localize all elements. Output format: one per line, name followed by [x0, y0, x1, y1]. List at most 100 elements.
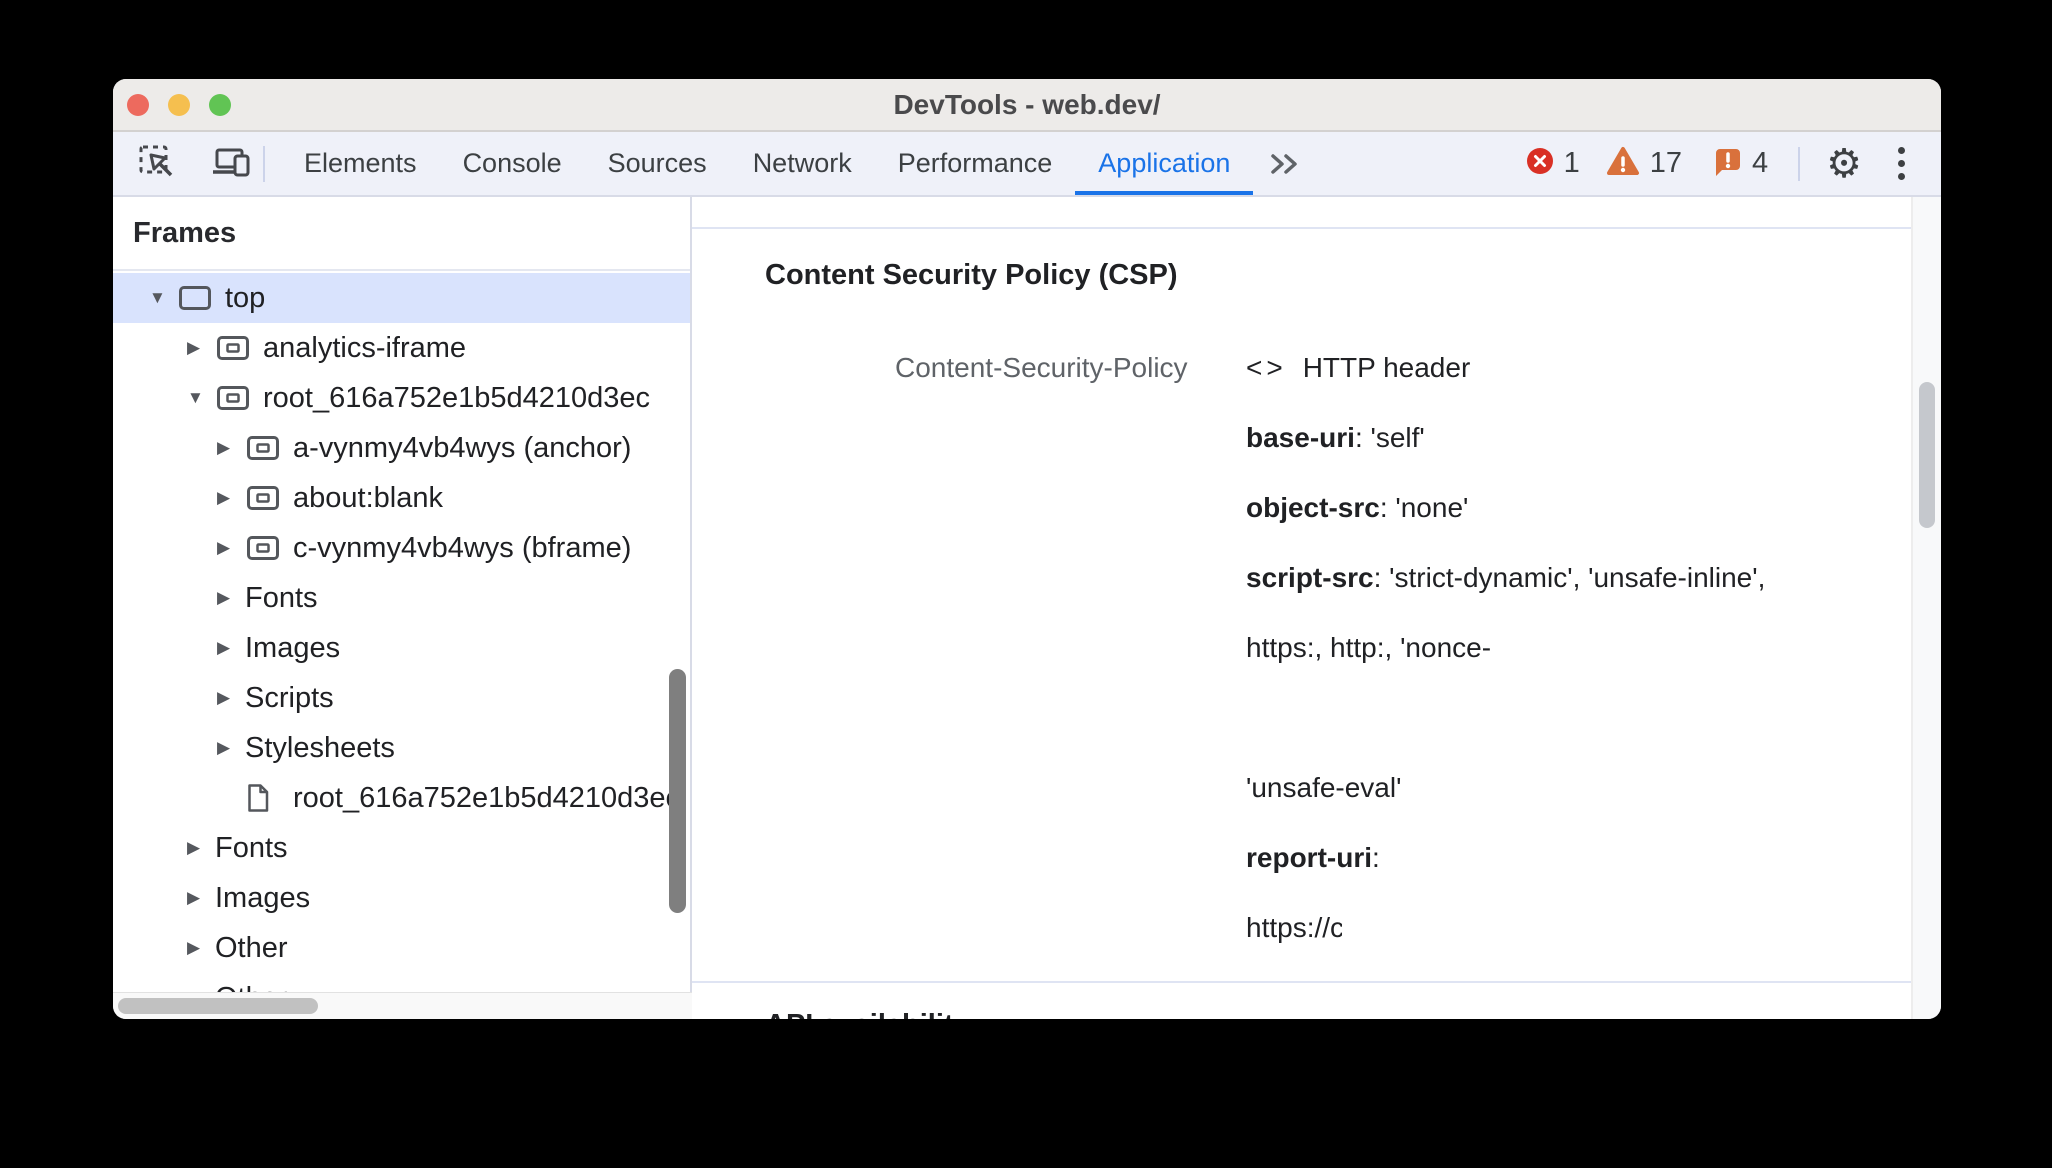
csp-text-segment: script-src — [1246, 562, 1374, 593]
window-title: DevTools - web.dev/ — [893, 89, 1161, 120]
csp-text-segment: c — [1330, 912, 1343, 943]
tree-item-stylesheets[interactable]: ▶ Stylesheets — [113, 723, 690, 773]
disclosure-triangle-icon[interactable]: ▶ — [187, 338, 215, 358]
tab-sources[interactable]: Sources — [585, 132, 730, 195]
tree-item-label: a-vynmy4vb4wys (anchor) — [293, 431, 632, 464]
section-divider — [692, 981, 1911, 983]
csp-source-label: HTTP header — [1302, 352, 1471, 383]
disclosure-triangle-icon[interactable]: ▶ — [217, 488, 245, 508]
tree-item-label: Stylesheets — [245, 731, 395, 764]
sidebar-horizontal-scrollbar-thumb[interactable] — [118, 998, 318, 1014]
tree-item-fonts[interactable]: ▶ Fonts — [113, 823, 690, 873]
tree-item-label: top — [225, 281, 266, 314]
code-brackets-icon: <> — [1246, 352, 1287, 383]
tab-performance[interactable]: Performance — [875, 132, 1076, 195]
csp-directives: base-uri: 'self' object-src: 'none' script… — [1246, 403, 1911, 963]
iframe-icon — [245, 534, 293, 562]
csp-section-title: Content Security Policy (CSP) — [765, 259, 1178, 291]
more-options-kebab-icon[interactable] — [1892, 143, 1911, 184]
warning-count: 17 — [1649, 147, 1682, 179]
csp-text-segment: https:// — [1246, 912, 1331, 943]
main-vertical-scrollbar-thumb[interactable] — [1919, 382, 1935, 528]
main-vertical-scrollbar[interactable] — [1911, 197, 1941, 1019]
tab-application[interactable]: Application — [1075, 132, 1253, 195]
tree-item-label: analytics-iframe — [263, 331, 467, 364]
devtools-window: DevTools - web.dev/ Elements Console Sou… — [113, 79, 1941, 1019]
csp-text-segment: base-uri — [1246, 422, 1355, 453]
csp-text-segment: : 'self' — [1354, 422, 1425, 453]
tree-item-analytics-iframe[interactable]: ▶ analytics-iframe — [113, 323, 690, 373]
tab-network[interactable]: Network — [730, 132, 875, 195]
iframe-icon — [215, 334, 263, 362]
disclosure-triangle-icon[interactable]: ▼ — [149, 288, 177, 308]
tree-item-label: Fonts — [215, 831, 288, 864]
csp-text-segment: report-uri — [1246, 842, 1372, 873]
tree-item-images[interactable]: ▶ Images — [113, 623, 690, 673]
csp-directive-line — [1246, 683, 1911, 753]
warning-icon — [1606, 146, 1640, 182]
tree-item-about-blank[interactable]: ▶ about:blank — [113, 473, 690, 523]
disclosure-triangle-icon[interactable]: ▶ — [217, 438, 245, 458]
csp-directive-line: https:, http:, 'nonce- — [1246, 613, 1911, 683]
disclosure-triangle-icon[interactable]: ▶ — [217, 538, 245, 558]
csp-directive-line: object-src: 'none' — [1246, 473, 1911, 543]
tree-item-label: root_616a752e1b5d4210d3ec — [293, 781, 681, 814]
tree-item-fonts[interactable]: ▶ Fonts — [113, 573, 690, 623]
tree-item-label: Other — [215, 931, 288, 964]
section-divider — [692, 227, 1911, 229]
issues-badge[interactable]: 4 — [1712, 146, 1768, 182]
inspect-element-button[interactable] — [131, 132, 183, 195]
tree-item-label: Images — [245, 631, 341, 664]
csp-text-segment: : 'strict-dynamic', 'unsafe-inline', — [1373, 562, 1766, 593]
tree-item-top[interactable]: ▼ top — [113, 273, 690, 323]
tree-item-images[interactable]: ▶ Images — [113, 873, 690, 923]
disclosure-triangle-icon[interactable]: ▶ — [217, 738, 245, 758]
error-count: 1 — [1563, 147, 1580, 179]
tree-item-label: root_616a752e1b5d4210d3ec — [263, 381, 651, 414]
toolbar-right-cluster: 1 17 4 ⚙ — [1526, 132, 1941, 195]
device-toolbar-icon — [211, 143, 251, 184]
csp-directive-line: report-uri: — [1246, 823, 1911, 893]
frames-panel-title: Frames — [113, 197, 690, 271]
tree-item-other[interactable]: ▶Other — [113, 973, 690, 993]
disclosure-triangle-icon[interactable]: ▶ — [217, 688, 245, 708]
tree-item-other[interactable]: ▶Other — [113, 923, 690, 973]
tree-item-label: Other — [215, 982, 288, 993]
iframe-icon — [215, 384, 263, 412]
disclosure-triangle-icon[interactable]: ▼ — [187, 388, 215, 408]
disclosure-triangle-icon[interactable]: ▶ — [187, 838, 215, 858]
tab-console[interactable]: Console — [440, 132, 585, 195]
api-availability-section-title: API availability — [765, 1009, 970, 1019]
csp-policy-source: <> HTTP header — [1246, 333, 1470, 403]
disclosure-triangle-icon[interactable]: ▶ — [187, 938, 215, 958]
tree-item-label: Scripts — [245, 681, 334, 714]
sidebar-horizontal-scrollbar[interactable] — [113, 992, 692, 1019]
settings-gear-icon[interactable]: ⚙ — [1826, 144, 1862, 184]
toolbar-separator — [263, 146, 265, 182]
console-warnings-badge[interactable]: 17 — [1606, 146, 1682, 182]
tree-item-scripts[interactable]: ▶ Scripts — [113, 673, 690, 723]
tree-item-root-616a752e1b5d4210d3ec[interactable]: root_616a752e1b5d4210d3ec — [113, 773, 690, 823]
tab-elements[interactable]: Elements — [281, 132, 440, 195]
toggle-device-toolbar-button[interactable] — [205, 132, 257, 195]
console-errors-badge[interactable]: 1 — [1526, 147, 1580, 180]
toolbar-separator — [1798, 146, 1801, 181]
tree-item-label: c-vynmy4vb4wys (bframe) — [293, 531, 632, 564]
csp-directive-line: 'unsafe-eval' — [1246, 753, 1911, 823]
more-tabs-chevron-icon[interactable] — [1253, 132, 1315, 195]
error-icon — [1526, 147, 1554, 180]
tree-item-label: Images — [215, 881, 311, 914]
tree-item-label: about:blank — [293, 481, 443, 514]
frames-panel: Frames ▼ top ▶ analytics-iframe ▼ root_616a75… — [113, 197, 692, 992]
titlebar: DevTools - web.dev/ — [113, 79, 1941, 132]
frame-details-view: Content Security Policy (CSP) Content-Se… — [692, 197, 1911, 1019]
disclosure-triangle-icon[interactable]: ▶ — [217, 588, 245, 608]
disclosure-triangle-icon[interactable]: ▶ — [187, 888, 215, 908]
csp-directive-line: https://c — [1246, 893, 1911, 963]
tree-item-c-vynmy4vb4wys-bframe-[interactable]: ▶ c-vynmy4vb4wys (bframe) — [113, 523, 690, 573]
tree-item-root-616a752e1b5d4210d3ec[interactable]: ▼ root_616a752e1b5d4210d3ec — [113, 373, 690, 423]
sidebar-vertical-scrollbar-thumb[interactable] — [669, 669, 686, 913]
tree-item-a-vynmy4vb4wys-anchor-[interactable]: ▶ a-vynmy4vb4wys (anchor) — [113, 423, 690, 473]
csp-text-segment: : 'none' — [1379, 492, 1469, 523]
disclosure-triangle-icon[interactable]: ▶ — [217, 638, 245, 658]
